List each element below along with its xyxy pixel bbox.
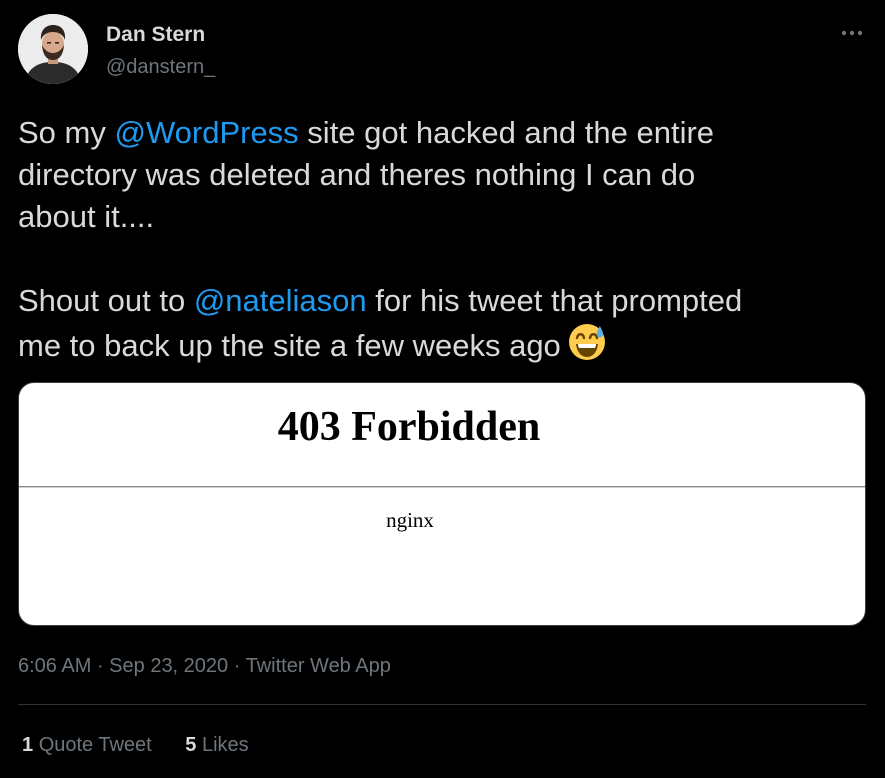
grinning-face-with-sweat-icon bbox=[567, 322, 607, 373]
text-segment: So my bbox=[18, 115, 115, 150]
tweet-text-line: about it.... bbox=[18, 199, 155, 234]
likes-stat[interactable]: 5 Likes bbox=[185, 731, 248, 759]
text-segment: me to back up the site a few weeks ago bbox=[18, 328, 561, 363]
avatar-photo-icon bbox=[18, 14, 88, 84]
tweet-text-line: So my @WordPress site got hacked and the… bbox=[18, 112, 873, 154]
more-options-button[interactable] bbox=[832, 20, 872, 46]
author-name[interactable]: Dan Stern bbox=[106, 22, 205, 48]
stats-divider bbox=[18, 704, 866, 705]
mention-link-wordpress[interactable]: @WordPress bbox=[114, 115, 298, 150]
tweet-text-line: directory was deleted and theres nothing… bbox=[18, 157, 696, 192]
tweet-stats: 1 Quote Tweet 5 Likes bbox=[22, 731, 277, 759]
mention-link-nateliason[interactable]: @nateliason bbox=[194, 283, 367, 318]
text-segment: Shout out to bbox=[18, 283, 194, 318]
author-handle[interactable]: @danstern_ bbox=[106, 54, 215, 80]
quote-tweet-count: 1 bbox=[22, 734, 34, 756]
tweet-source[interactable]: Twitter Web App bbox=[246, 655, 391, 677]
tweet-timestamp-time[interactable]: 6:06 AM bbox=[18, 655, 91, 677]
meta-separator: · bbox=[91, 655, 110, 677]
tweet-meta: 6:06 AM · Sep 23, 2020 · Twitter Web App bbox=[18, 652, 391, 680]
media-divider bbox=[19, 486, 865, 488]
like-label: Likes bbox=[201, 734, 249, 756]
text-segment: for his tweet that prompted bbox=[366, 283, 743, 318]
avatar[interactable] bbox=[18, 14, 88, 84]
text-segment: site got hacked and the entire bbox=[298, 115, 715, 150]
more-horizontal-icon bbox=[841, 30, 863, 36]
tweet-timestamp-date[interactable]: Sep 23, 2020 bbox=[109, 655, 228, 677]
media-server-label: nginx bbox=[386, 508, 434, 532]
tweet-text-line: Shout out to @nateliason for his tweet t… bbox=[18, 280, 873, 322]
quote-tweets-stat[interactable]: 1 Quote Tweet bbox=[22, 731, 152, 759]
tweet-text: So my @WordPress site got hacked and the… bbox=[18, 112, 873, 373]
tweet: Dan Stern @danstern_ So my @WordPress si… bbox=[0, 0, 885, 778]
media-heading: 403 Forbidden bbox=[277, 404, 541, 450]
media-image[interactable]: 403 Forbidden nginx bbox=[18, 382, 866, 626]
like-count: 5 bbox=[185, 734, 197, 756]
quote-tweet-label: Quote Tweet bbox=[38, 734, 152, 756]
tweet-text-line: me to back up the site a few weeks ago bbox=[18, 322, 873, 373]
meta-separator: · bbox=[228, 655, 246, 677]
